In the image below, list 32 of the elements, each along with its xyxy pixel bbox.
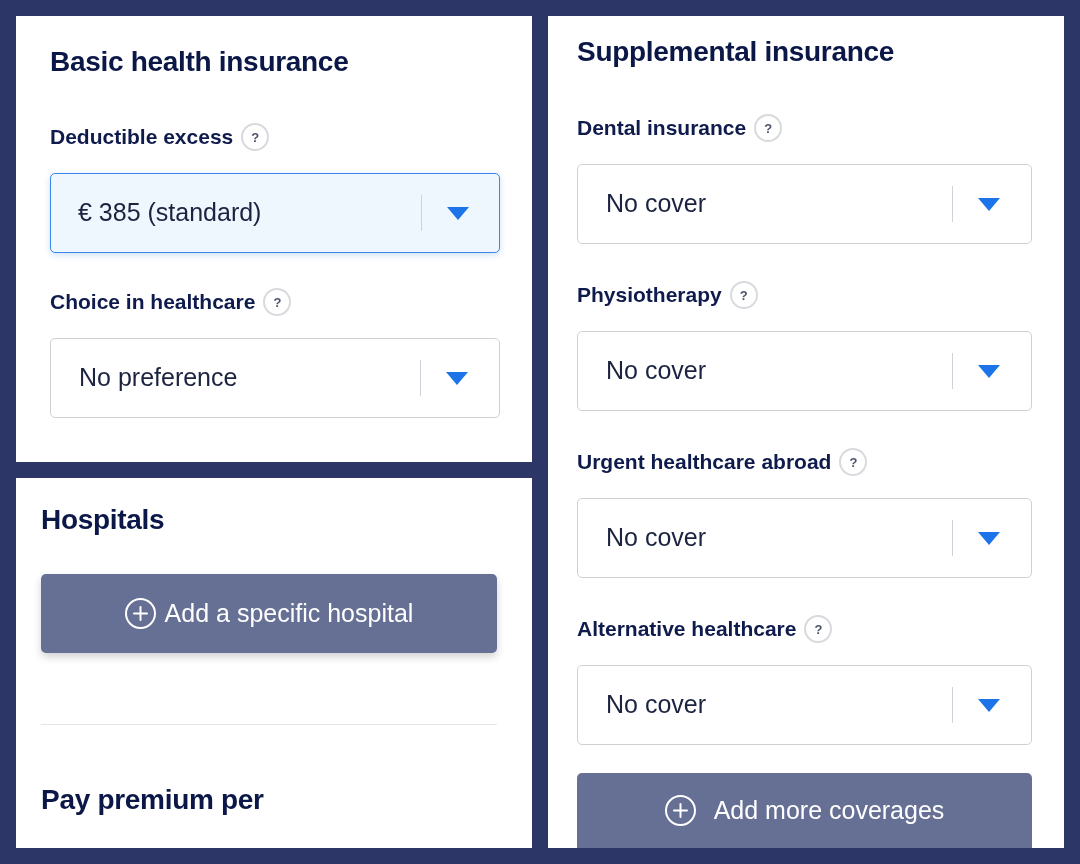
caret-icon	[978, 698, 1000, 712]
section-heading: Hospitals	[41, 503, 166, 537]
select-dropdown[interactable]: No preference	[50, 338, 500, 418]
caret-icon	[446, 371, 468, 385]
help-button[interactable]: ?	[839, 448, 868, 476]
select-dropdown[interactable]: No cover	[577, 498, 1032, 578]
caret-icon	[978, 364, 1000, 378]
add-coverages-button[interactable]: Add more coverages	[577, 773, 1032, 848]
help-button[interactable]: ?	[754, 114, 783, 142]
caret-icon	[447, 206, 469, 220]
help-button[interactable]: ?	[241, 123, 270, 151]
field-label: Urgent healthcare abroad	[577, 449, 832, 475]
field-label: Alternative healthcare	[577, 616, 797, 642]
select-dropdown[interactable]: No cover	[577, 331, 1032, 411]
help-button[interactable]: ?	[263, 288, 292, 316]
field-label: Dental insurance	[577, 115, 747, 141]
section-heading: Basic health insurance	[50, 45, 350, 79]
select-dropdown[interactable]: No cover	[577, 164, 1032, 244]
caret-icon	[978, 197, 1000, 211]
plus-circle-icon	[664, 795, 696, 826]
caret-icon	[978, 531, 1000, 545]
plus-circle-icon	[124, 598, 156, 629]
help-button[interactable]: ?	[729, 281, 758, 309]
select-dropdown[interactable]: No cover	[577, 665, 1032, 745]
field-label: Choice in healthcare	[50, 289, 256, 315]
section-heading: Supplemental insurance	[577, 35, 896, 69]
add-hospital-button[interactable]: Add a specific hospital	[41, 574, 497, 653]
select-dropdown[interactable]: € 385 (standard)	[50, 173, 500, 253]
field-label: Physiotherapy	[577, 282, 722, 308]
help-button[interactable]: ?	[804, 615, 833, 643]
field-label: Deductible excess	[50, 124, 234, 150]
section-heading: Pay premium per	[41, 783, 265, 817]
